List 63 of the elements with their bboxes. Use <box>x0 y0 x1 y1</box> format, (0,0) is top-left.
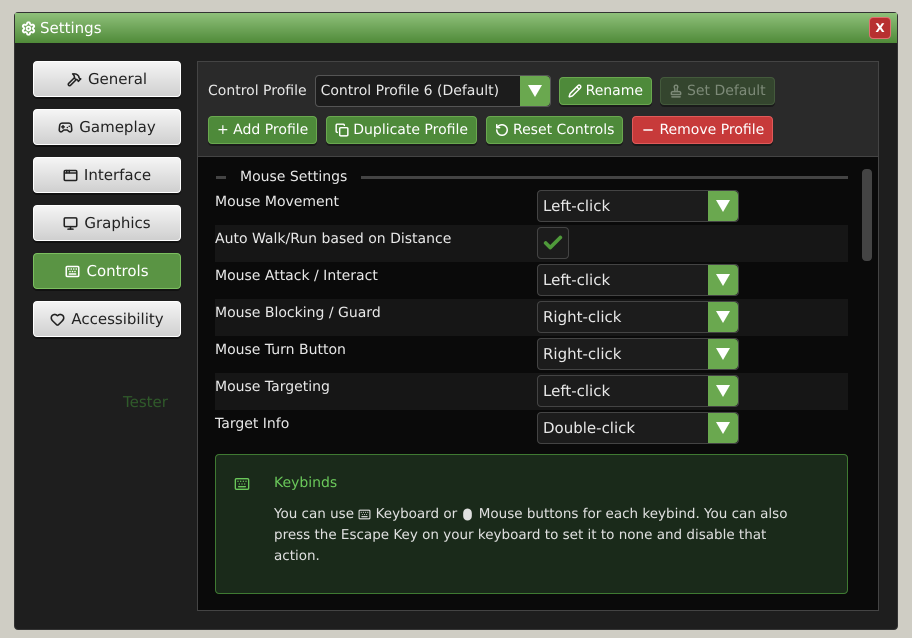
settings-icon <box>21 20 36 36</box>
keyboard-icon <box>65 264 80 278</box>
pencil-icon <box>568 84 582 98</box>
caret-icon <box>716 422 730 434</box>
dropdown-toggle[interactable] <box>708 191 738 221</box>
profile-button[interactable]: Rename <box>558 77 652 105</box>
setting-label: Mouse Turn Button <box>215 341 347 360</box>
setting-label: Auto Walk/Run based on Distance <box>215 230 452 249</box>
dropdown-toggle[interactable] <box>520 76 550 106</box>
sidebar-tab[interactable]: Accessibility <box>33 301 181 337</box>
stamp-icon <box>669 84 684 98</box>
dropdown[interactable]: Left-click <box>537 264 739 296</box>
heart-icon <box>50 312 66 326</box>
background-text: Tester <box>123 392 169 413</box>
window-title: Settings <box>40 18 102 39</box>
mouse-icon <box>461 508 474 521</box>
dropdown-toggle[interactable] <box>708 339 738 369</box>
info-title: Keybinds <box>274 474 338 493</box>
sidebar-tab[interactable]: Controls <box>33 253 181 289</box>
setting-label: Target Info <box>215 415 290 434</box>
hammer-icon <box>66 72 82 86</box>
dropdown[interactable]: Left-click <box>537 375 739 407</box>
dropdown[interactable]: Double-click <box>537 412 739 444</box>
section-title: Mouse Settings <box>239 168 348 187</box>
monitor-icon <box>63 216 78 230</box>
copy-icon <box>335 123 350 137</box>
caret-icon <box>716 274 730 286</box>
dropdown[interactable]: Right-click <box>537 301 739 333</box>
collapse-toggle[interactable] <box>216 176 226 179</box>
profile-label: Control Profile <box>208 82 307 100</box>
dropdown-toggle[interactable] <box>708 265 738 295</box>
setting-label: Mouse Movement <box>215 193 340 212</box>
close-button[interactable]: X <box>869 17 891 39</box>
gamepad-icon <box>58 120 74 134</box>
info-text: You can use Keyboard or Mouse buttons for each keybind. You can also press the Escape Key on your keyboard to set it to none and disable that action. <box>274 505 788 566</box>
sidebar-tab[interactable]: Gameplay <box>33 109 181 145</box>
setting-label: Mouse Attack / Interact <box>215 267 379 286</box>
sidebar-tab[interactable]: General <box>33 61 181 97</box>
dropdown-toggle[interactable] <box>708 413 738 443</box>
windows-icon <box>62 168 78 182</box>
dropdown[interactable]: Left-click <box>537 190 739 222</box>
profile-button[interactable]: + Add Profile <box>208 116 318 144</box>
keyboard-icon <box>358 508 372 521</box>
sidebar-tab[interactable]: Graphics <box>33 205 181 241</box>
reset-icon <box>494 123 509 137</box>
keyboard-icon <box>234 476 250 492</box>
sidebar-tab[interactable]: Interface <box>33 157 181 193</box>
setting-label: Mouse Targeting <box>215 378 331 397</box>
scrollbar[interactable] <box>862 169 872 261</box>
dropdown-toggle[interactable] <box>708 376 738 406</box>
caret-icon <box>716 348 730 360</box>
caret-icon <box>716 385 730 397</box>
caret-icon <box>716 311 730 323</box>
caret-icon <box>528 85 542 97</box>
checkbox[interactable] <box>537 227 569 259</box>
dropdown-toggle[interactable] <box>708 302 738 332</box>
profile-button[interactable]: Duplicate Profile <box>326 116 477 144</box>
setting-label: Mouse Blocking / Guard <box>215 304 382 323</box>
profile-button[interactable]: Remove Profile <box>632 116 774 144</box>
profile-dropdown[interactable]: Control Profile 6 (Default) <box>314 75 551 107</box>
profile-button[interactable]: Reset Controls <box>486 116 624 144</box>
caret-icon <box>716 200 730 212</box>
dropdown[interactable]: Right-click <box>537 338 739 370</box>
